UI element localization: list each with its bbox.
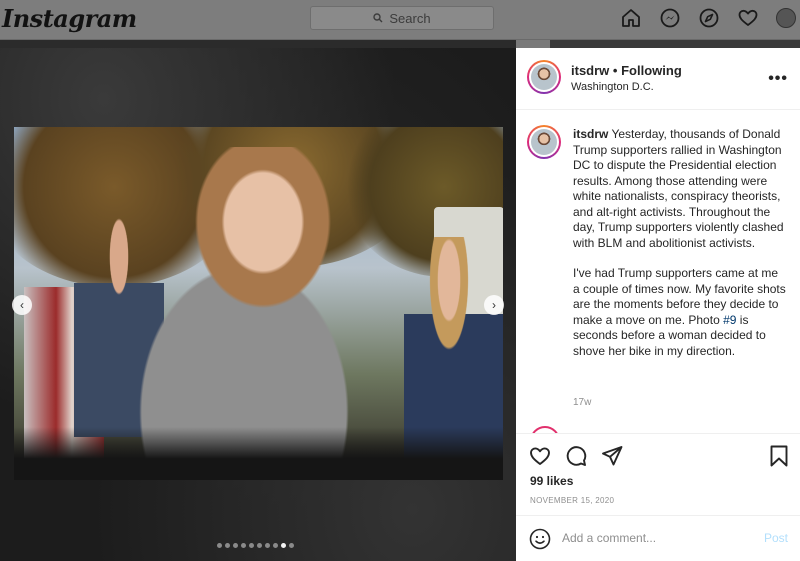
caption-age: 17w [573,397,592,408]
likes-count[interactable]: 99 likes [530,474,573,488]
separator-dot: • [612,63,618,78]
background-feed-strip [0,40,516,48]
carousel-indicator [217,543,294,548]
author-avatar[interactable] [527,60,561,94]
next-slide-button[interactable]: › [484,295,504,315]
profile-avatar[interactable] [776,8,796,28]
emoji-icon[interactable] [529,528,551,550]
nav-icons [620,7,800,29]
bookmark-icon[interactable] [768,444,790,468]
carousel-dot [217,543,222,548]
search-icon [373,13,383,23]
post-comment-button[interactable]: Post [764,531,788,545]
post-media: ‹ › [0,48,516,561]
post-actions: 99 likes NOVEMBER 15, 2020 Post [516,433,800,561]
carousel-dot [249,543,254,548]
explore-icon[interactable] [698,7,720,29]
post-photo[interactable] [14,127,503,480]
comment-icon[interactable] [564,444,588,468]
search-box[interactable]: Search [310,6,494,30]
author-username[interactable]: itsdrw [571,63,609,78]
caption-paragraph-1: Yesterday, thousands of Donald Trump sup… [573,127,784,250]
carousel-dot [289,543,294,548]
post-location[interactable]: Washington D.C. [571,81,654,93]
carousel-dot [233,543,238,548]
home-icon[interactable] [620,7,642,29]
heart-icon[interactable] [737,7,759,29]
more-options-button[interactable]: ••• [768,70,788,88]
caption-username[interactable]: itsdrw [573,127,608,141]
instagram-logo[interactable]: Instagram [2,4,137,33]
author-line: itsdrw • Following [571,63,682,78]
carousel-dot [281,543,286,548]
carousel-dot [257,543,262,548]
messenger-icon[interactable] [659,7,681,29]
carousel-dot [273,543,278,548]
caption-text: itsdrw Yesterday, thousands of Donald Tr… [573,127,787,359]
following-button[interactable]: Following [621,63,682,78]
next-comment-avatar[interactable] [530,426,560,433]
hashtag-link[interactable]: #9 [723,313,736,327]
post-header: itsdrw • Following Washington D.C. ••• [516,48,800,110]
share-icon[interactable] [600,444,624,468]
background-feed-strip [550,40,800,48]
caption-paragraph-2-start: I've had Trump supporters came at me a c… [573,266,786,327]
post-date: NOVEMBER 15, 2020 [530,496,615,505]
caption-area: itsdrw Yesterday, thousands of Donald Tr… [516,111,800,433]
comment-bar: Post [516,515,800,561]
previous-slide-button[interactable]: ‹ [12,295,32,315]
caption-avatar[interactable] [527,125,561,159]
comment-input[interactable] [562,527,752,549]
top-nav: Instagram Search [0,0,800,40]
post-side-panel: itsdrw • Following Washington D.C. ••• i… [516,48,800,561]
like-heart-icon[interactable] [528,444,552,468]
search-placeholder: Search [389,10,431,26]
carousel-dot [265,543,270,548]
carousel-dot [241,543,246,548]
carousel-dot [225,543,230,548]
